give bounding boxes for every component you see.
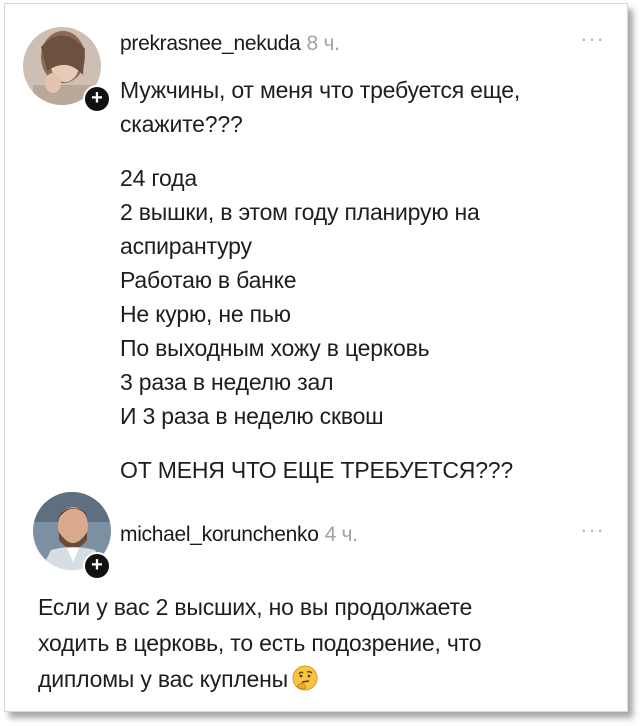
text-line: Мужчины, от меня что требуется еще, [120,77,521,103]
text-line: Работаю в банке [120,267,297,293]
text-line: аспирантуру [120,233,252,259]
text-line-content: дипломы у вас куплены [38,666,288,692]
follow-plus-button[interactable]: + [83,552,111,580]
username[interactable]: prekrasnee_nekuda [120,32,301,55]
text-line: Не курю, не пью [120,301,291,327]
text-line: По выходным хожу в церковь [120,335,430,361]
text-line: 3 раза в неделю зал [120,369,334,395]
more-options-button[interactable]: ··· [580,26,605,52]
text-line: ходить в церковь, то есть подозрение, чт… [38,630,482,656]
comment-text: Если у вас 2 высших, но вы продолжаете х… [38,589,482,697]
thinking-face-icon [292,665,318,691]
text-line: 24 года [120,165,197,191]
more-options-button[interactable]: ··· [580,517,605,543]
username[interactable]: michael_korunchenko [120,523,319,546]
text-line: Если у вас 2 высших, но вы продолжаете [38,594,473,620]
text-line: И 3 раза в неделю сквош [120,403,384,429]
comment-time: 8 ч. [306,32,340,55]
username-row: michael_korunchenko 4 ч. [120,523,358,547]
comment-text: Мужчины, от меня что требуется еще, скаж… [120,73,520,487]
text-line: дипломы у вас куплены [38,661,481,697]
follow-plus-button[interactable]: + [83,85,111,113]
text-line: скажите??? [120,111,243,137]
text-line: ОТ МЕНЯ ЧТО ЕЩЕ ТРЕБУЕТСЯ??? [120,457,513,483]
screenshot-frame: + prekrasnee_nekuda 8 ч. ··· Мужчины, от … [4,3,628,712]
username-row: prekrasnee_nekuda 8 ч. [120,32,340,56]
text-line: 2 вышки, в этом году планирую на [120,199,480,225]
comment-time: 4 ч. [324,523,358,546]
